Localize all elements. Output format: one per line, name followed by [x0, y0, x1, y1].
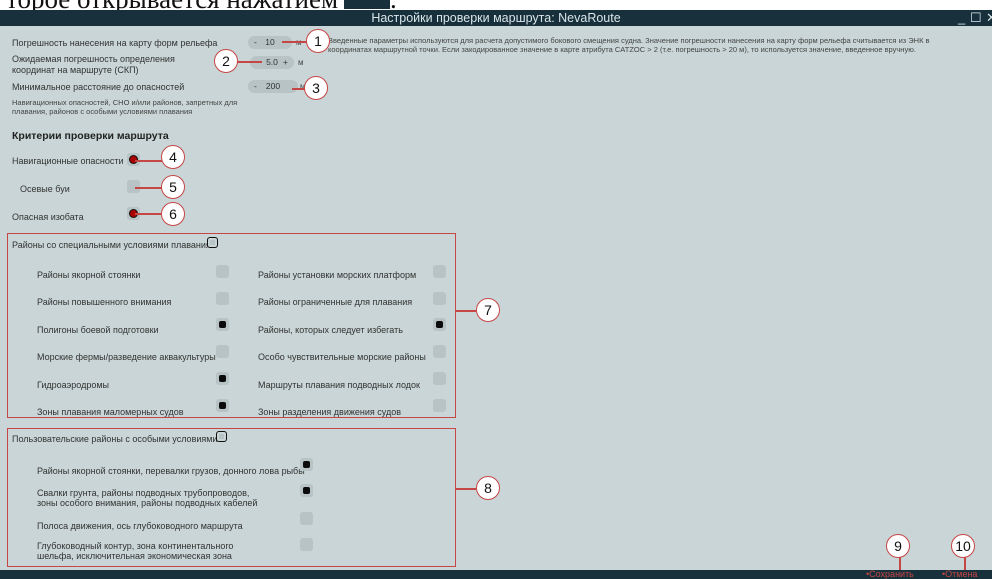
user-areas-highlight: [7, 428, 456, 567]
distance-note: Навигационных опасностей, СНО и/или райо…: [12, 98, 238, 116]
cancel-button[interactable]: •Отмена: [942, 570, 977, 579]
callout-line: [456, 488, 476, 490]
save-button[interactable]: •Сохранить: [866, 570, 914, 579]
callout-10: 10: [951, 534, 975, 558]
callout-3: 3: [304, 76, 328, 100]
position-error-stepper[interactable]: 5.0 +: [250, 56, 294, 69]
callout-line: [964, 556, 966, 570]
callout-9: 9: [886, 534, 910, 558]
callout-1: 1: [306, 29, 330, 53]
minimize-button[interactable]: _: [958, 10, 965, 26]
position-error-label: Ожидаемая погрешность определения коорди…: [12, 54, 175, 75]
callout-4: 4: [161, 145, 185, 169]
callout-5: 5: [161, 175, 185, 199]
callout-7: 7: [476, 298, 500, 322]
special-areas-highlight: [7, 233, 456, 418]
position-unit: м: [298, 58, 304, 67]
bottom-bar: •Сохранить •Отмена: [0, 570, 992, 579]
callout-line: [236, 61, 262, 63]
callout-line: [899, 556, 901, 570]
window-title: Настройки проверки маршрута: NevaRoute: [371, 11, 621, 25]
callout-line: [135, 160, 163, 162]
distance-value[interactable]: 200: [248, 80, 298, 93]
callout-line: [135, 213, 163, 215]
maximize-button[interactable]: ☐: [970, 10, 982, 26]
relief-value[interactable]: 10: [248, 36, 292, 49]
callout-line: [456, 310, 476, 312]
danger-isobath-label: Опасная изобата: [12, 212, 84, 222]
nav-hazards-label: Навигационные опасности: [12, 156, 124, 166]
criteria-title: Критерии проверки маршрута: [12, 130, 169, 142]
relief-error-label: Погрешность нанесения на карту форм рель…: [12, 38, 218, 48]
min-distance-stepper[interactable]: - 200: [248, 80, 298, 93]
callout-line: [135, 187, 163, 189]
relief-unit: м: [296, 38, 302, 47]
inline-button-image: [344, 0, 391, 9]
callout-2: 2: [214, 49, 238, 73]
min-distance-label: Минимальное расстояние до опасностей: [12, 82, 185, 92]
axial-buoys-label: Осевые буи: [20, 184, 70, 194]
parameters-note: Введенные параметры используются для рас…: [328, 36, 930, 54]
position-plus-button[interactable]: +: [283, 56, 288, 69]
callout-line: [282, 41, 308, 43]
callout-6: 6: [161, 202, 185, 226]
window-titlebar: Настройки проверки маршрута: NevaRoute _…: [0, 10, 992, 26]
callout-8: 8: [476, 476, 500, 500]
close-button[interactable]: ✕: [986, 10, 992, 26]
relief-error-stepper[interactable]: - 10: [248, 36, 292, 49]
